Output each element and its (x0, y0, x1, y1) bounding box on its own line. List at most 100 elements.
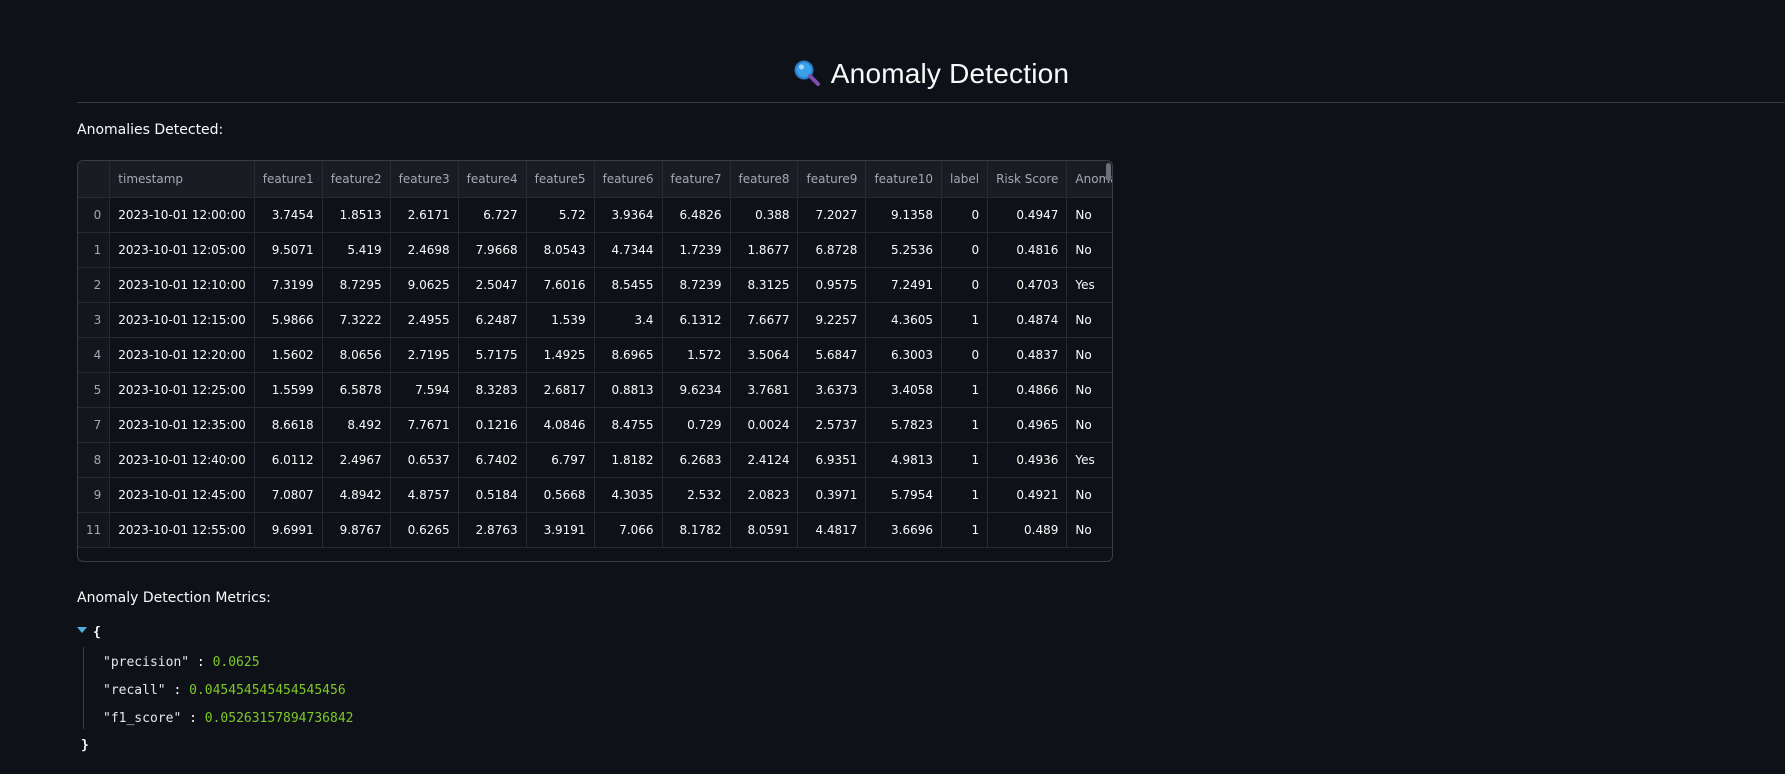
table-cell[interactable]: 5.2536 (865, 232, 943, 268)
table-cell[interactable]: 6.797 (526, 442, 595, 478)
table-cell[interactable]: 8.0656 (322, 337, 391, 373)
collapse-toggle-icon[interactable] (77, 627, 87, 633)
table-cell[interactable]: 8.3283 (458, 372, 527, 408)
table-cell[interactable]: 1 (941, 372, 989, 408)
table-cell[interactable]: 2023-10-01 12:40:00 (109, 442, 255, 478)
table-cell[interactable]: 2023-10-01 12:10:00 (109, 267, 255, 303)
table-cell[interactable]: 0.4921 (987, 477, 1068, 513)
table-cell[interactable]: 2023-10-01 12:00:00 (109, 197, 255, 233)
table-cell[interactable]: 2.4124 (730, 442, 799, 478)
row-index-cell[interactable]: 7 (78, 407, 111, 443)
table-cell[interactable]: 4.7344 (594, 232, 663, 268)
table-cell[interactable]: 5.72 (526, 197, 595, 233)
table-cell[interactable]: Yes (1066, 267, 1112, 303)
table-cell[interactable]: 0.4965 (987, 407, 1068, 443)
table-row[interactable]: 9 2023-10-01 12:45:00 7.0807 4.8942 4.8757 0.… (78, 477, 1112, 513)
table-cell[interactable]: 6.5878 (322, 372, 391, 408)
table-cell[interactable]: 1.4925 (526, 337, 595, 373)
table-cell[interactable]: 4.0846 (526, 407, 595, 443)
table-cell[interactable]: 7.2027 (797, 197, 867, 233)
table-cell[interactable]: 3.5064 (730, 337, 799, 373)
table-row[interactable]: 0 2023-10-01 12:00:00 3.7454 1.8513 2.6171 6.… (78, 197, 1112, 233)
table-cell[interactable]: 7.2491 (865, 267, 943, 303)
table-scrollbar[interactable] (1106, 163, 1111, 181)
table-cell[interactable]: 8.0543 (526, 232, 595, 268)
table-cell[interactable]: 1.8182 (594, 442, 663, 478)
row-index-cell[interactable]: 4 (78, 337, 111, 373)
table-row[interactable]: 3 2023-10-01 12:15:00 5.9866 7.3222 2.4955 6.… (78, 302, 1112, 338)
table-cell[interactable]: 3.4 (594, 302, 663, 338)
table-cell[interactable]: 1.7239 (662, 232, 731, 268)
table-cell[interactable]: 2.5047 (458, 267, 527, 303)
table-cell[interactable]: 6.0112 (254, 442, 323, 478)
table-cell[interactable]: 0.4866 (987, 372, 1068, 408)
table-cell[interactable]: 1.539 (526, 302, 595, 338)
table-cell[interactable]: 6.4826 (662, 197, 731, 233)
table-cell[interactable]: 0.6537 (390, 442, 459, 478)
table-cell[interactable]: 8.1782 (662, 512, 731, 548)
table-cell[interactable]: 3.9364 (594, 197, 663, 233)
table-cell[interactable]: No (1066, 407, 1112, 443)
table-cell[interactable]: 2023-10-01 12:15:00 (109, 302, 255, 338)
table-cell[interactable]: 0 (941, 337, 989, 373)
table-cell[interactable]: 2.7195 (390, 337, 459, 373)
table-cell[interactable]: 6.7402 (458, 442, 527, 478)
table-cell[interactable]: 0.729 (662, 407, 731, 443)
table-row[interactable]: 1 2023-10-01 12:05:00 9.5071 5.419 2.4698 7.9… (78, 232, 1112, 268)
table-cell[interactable]: 7.7671 (390, 407, 459, 443)
table-cell[interactable]: 0.4936 (987, 442, 1068, 478)
table-cell[interactable]: 2.5737 (797, 407, 867, 443)
table-cell[interactable]: 7.066 (594, 512, 663, 548)
table-row[interactable]: 2 2023-10-01 12:10:00 7.3199 8.7295 9.0625 2.… (78, 267, 1112, 303)
table-cell[interactable]: 2.4698 (390, 232, 459, 268)
table-cell[interactable]: 2.6817 (526, 372, 595, 408)
table-cell[interactable]: 7.3222 (322, 302, 391, 338)
table-cell[interactable]: 3.7681 (730, 372, 799, 408)
table-cell[interactable]: 4.3035 (594, 477, 663, 513)
table-cell[interactable]: 4.8942 (322, 477, 391, 513)
column-header[interactable]: feature3 (390, 161, 459, 198)
table-cell[interactable]: Yes (1066, 442, 1112, 478)
table-cell[interactable]: 7.594 (390, 372, 459, 408)
table-cell[interactable]: 2023-10-01 12:05:00 (109, 232, 255, 268)
table-cell[interactable]: 0.5668 (526, 477, 595, 513)
table-cell[interactable]: 1 (941, 407, 989, 443)
table-cell[interactable]: 2023-10-01 12:20:00 (109, 337, 255, 373)
column-header[interactable]: feature7 (662, 161, 731, 198)
table-cell[interactable]: 0.4947 (987, 197, 1068, 233)
table-cell[interactable]: 1 (941, 512, 989, 548)
table-cell[interactable]: 6.2487 (458, 302, 527, 338)
column-header[interactable]: feature2 (322, 161, 391, 198)
table-cell[interactable]: No (1066, 477, 1112, 513)
table-cell[interactable]: 5.7823 (865, 407, 943, 443)
table-cell[interactable]: 6.3003 (865, 337, 943, 373)
column-header[interactable]: feature10 (865, 161, 943, 198)
table-cell[interactable]: No (1066, 372, 1112, 408)
table-row[interactable]: 5 2023-10-01 12:25:00 1.5599 6.5878 7.594 8.3… (78, 372, 1112, 408)
table-cell[interactable]: 9.8767 (322, 512, 391, 548)
table-cell[interactable]: 2023-10-01 12:25:00 (109, 372, 255, 408)
table-cell[interactable]: 8.6618 (254, 407, 323, 443)
column-header[interactable]: timestamp (109, 161, 255, 198)
table-cell[interactable]: 0.0024 (730, 407, 799, 443)
table-cell[interactable]: 5.419 (322, 232, 391, 268)
column-header[interactable]: feature1 (254, 161, 323, 198)
table-cell[interactable]: No (1066, 232, 1112, 268)
row-index-cell[interactable]: 3 (78, 302, 111, 338)
table-cell[interactable]: 4.4817 (797, 512, 867, 548)
table-cell[interactable]: 3.7454 (254, 197, 323, 233)
table-cell[interactable]: 8.7295 (322, 267, 391, 303)
table-cell[interactable]: 0.489 (987, 512, 1068, 548)
row-index-cell[interactable]: 9 (78, 477, 111, 513)
row-index-cell[interactable]: 0 (78, 197, 111, 233)
table-cell[interactable]: 9.2257 (797, 302, 867, 338)
table-cell[interactable]: 8.4755 (594, 407, 663, 443)
table-cell[interactable]: 0.388 (730, 197, 799, 233)
table-cell[interactable]: 0.4703 (987, 267, 1068, 303)
row-index-cell[interactable]: 11 (78, 512, 111, 548)
column-header[interactable]: label (941, 161, 989, 198)
table-cell[interactable]: No (1066, 512, 1112, 548)
table-row[interactable]: 11 2023-10-01 12:55:00 9.6991 9.8767 0.6265 2… (78, 512, 1112, 548)
anomalies-dataframe[interactable]: timestamp feature1 feature2 feature3 feature… (77, 160, 1113, 562)
table-cell[interactable]: 4.9813 (865, 442, 943, 478)
